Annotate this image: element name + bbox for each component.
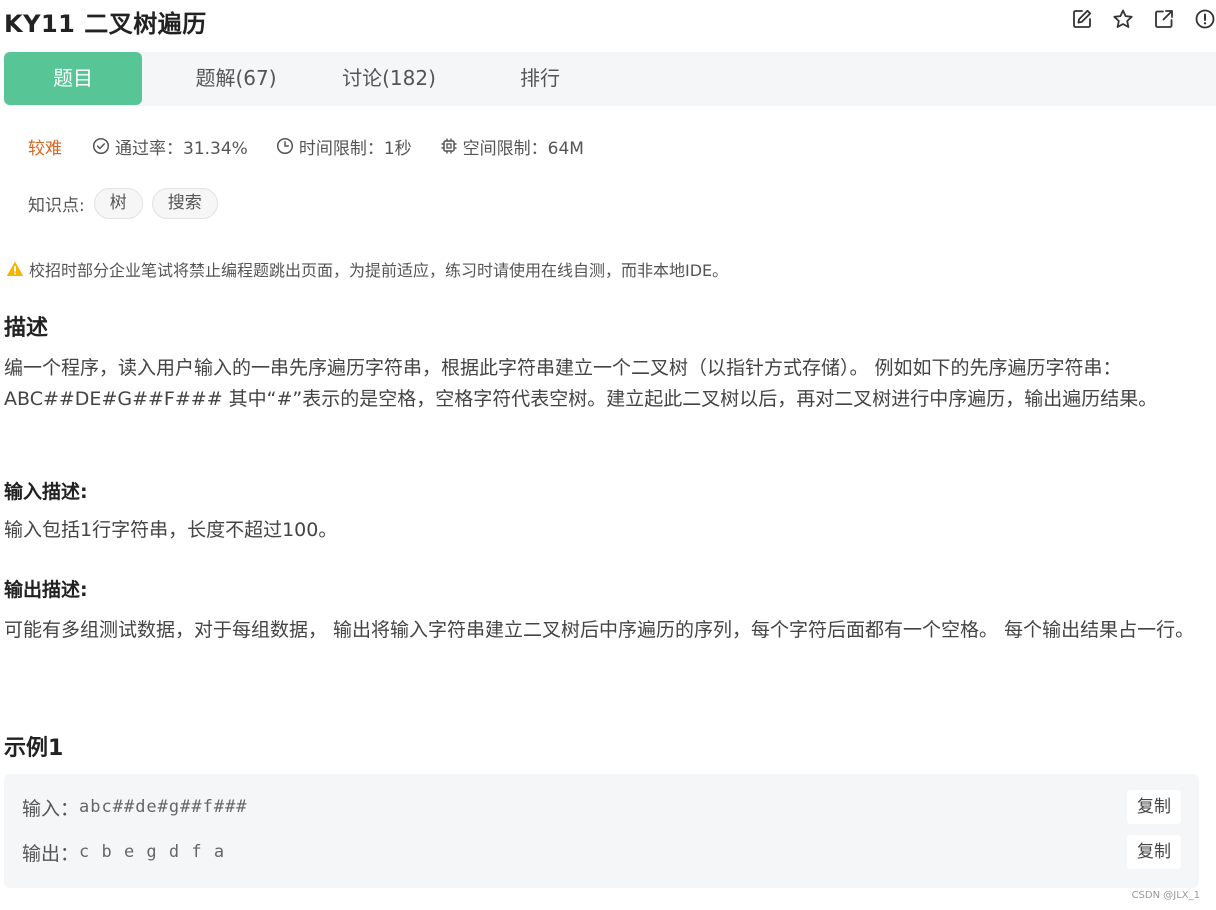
tag-tree[interactable]: 树 — [93, 187, 143, 219]
copy-output-button[interactable]: 复制 — [1127, 835, 1181, 869]
example-output-row: 输出： c b e g d f a — [22, 836, 225, 868]
description-heading: 描述 — [4, 316, 49, 341]
knowledge-points: 知识点: 树 搜索 — [28, 187, 218, 219]
chip-icon — [441, 138, 457, 154]
example-input-row: 输入： abc##de#g##f### — [22, 791, 248, 823]
example-heading: 示例1 — [4, 736, 64, 761]
example-output-value: c b e g d f a — [79, 842, 226, 862]
example-input-value: abc##de#g##f### — [79, 797, 248, 817]
pass-rate: 通过率：31.34% — [92, 134, 248, 159]
example-box: 输入： abc##de#g##f### 复制 输出： c b e g d f a… — [4, 774, 1199, 888]
warning-icon — [6, 261, 24, 276]
time-limit: 时间限制：1秒 — [276, 134, 412, 159]
tab-problem[interactable]: 题目 — [4, 52, 142, 105]
input-desc-heading: 输入描述: — [4, 481, 88, 503]
example-input-label: 输入： — [22, 797, 80, 820]
copy-input-button[interactable]: 复制 — [1127, 790, 1181, 824]
title-bar: KY11 二叉树遍历 — [0, 0, 1216, 44]
knowledge-label: 知识点: — [28, 195, 85, 216]
page-title: KY11 二叉树遍历 — [4, 10, 207, 38]
pass-rate-text: 通过率：31.34% — [115, 138, 248, 159]
memory-limit: 空间限制：64M — [440, 134, 584, 159]
output-desc-heading: 输出描述: — [4, 579, 88, 601]
difficulty-badge: 较难 — [28, 138, 62, 159]
input-desc-text: 输入包括1行字符串，长度不超过100。 — [4, 519, 338, 541]
time-limit-text: 时间限制：1秒 — [298, 138, 412, 159]
tab-solutions[interactable]: 题解(67) — [172, 52, 300, 105]
tag-search[interactable]: 搜索 — [151, 187, 218, 219]
notice-text: 校招时部分企业笔试将禁止编程题跳出页面，为提前适应，练习时请使用在线自测，而非本… — [29, 261, 729, 280]
tab-bar: 题目 题解(67) 讨论(182) 排行 — [4, 52, 1216, 106]
clock-icon — [276, 137, 293, 155]
tab-discussion[interactable]: 讨论(182) — [322, 52, 456, 105]
watermark: CSDN @JLX_1 — [1131, 890, 1200, 901]
output-desc-text: 可能有多组测试数据，对于每组数据， 输出将输入字符串建立二叉树后中序遍历的序列，… — [4, 619, 1195, 641]
memory-limit-text: 空间限制：64M — [462, 138, 584, 159]
report-icon[interactable] — [1194, 8, 1216, 30]
edit-icon[interactable] — [1071, 8, 1093, 30]
tab-ranking[interactable]: 排行 — [500, 52, 580, 105]
description-text: 编一个程序，读入用户输入的一串先序遍历字符串，根据此字符串建立一个二叉树（以指针… — [4, 357, 1158, 410]
example-output-label: 输出： — [22, 842, 80, 865]
problem-meta: 较难 通过率：31.34% 时间限制：1秒 空间限制：64M — [28, 133, 612, 159]
check-circle-icon — [92, 137, 110, 155]
share-icon[interactable] — [1153, 8, 1175, 30]
star-icon[interactable] — [1112, 8, 1134, 30]
warning-notice: 校招时部分企业笔试将禁止编程题跳出页面，为提前适应，练习时请使用在线自测，而非本… — [6, 257, 728, 281]
title-actions — [1071, 8, 1216, 30]
